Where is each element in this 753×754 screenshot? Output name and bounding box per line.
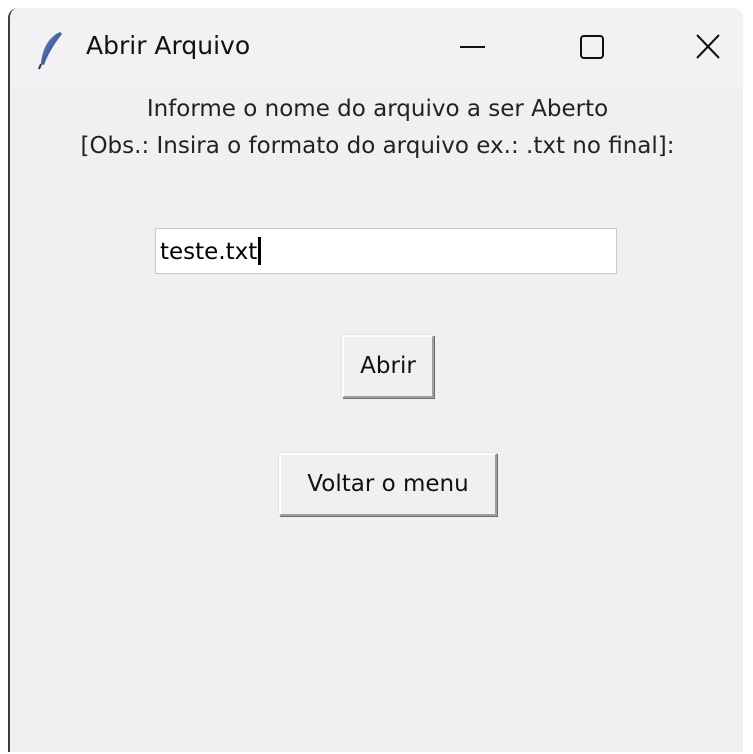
dialog-content: Informe o nome do arquivo a ser Aberto [… [10,88,743,752]
instruction-label: Informe o nome do arquivo a ser Aberto [146,96,609,122]
text-caret [258,237,262,265]
maximize-button[interactable] [562,22,622,72]
window-title: Abrir Arquivo [86,31,251,60]
close-button[interactable] [678,22,738,72]
maximize-icon [580,35,604,59]
open-button[interactable]: Abrir [342,335,434,398]
minimize-icon [460,46,485,48]
back-to-menu-button[interactable]: Voltar o menu [279,453,497,516]
feather-icon [38,32,62,70]
filename-input[interactable]: teste.txt [155,228,617,274]
minimize-button[interactable] [442,22,502,72]
app-window: Abrir Arquivo Informe o nome do arquivo … [8,8,743,752]
filename-input-value: teste.txt [160,237,262,265]
title-bar[interactable]: Abrir Arquivo [10,8,743,88]
close-icon [696,34,720,59]
format-note-label: [Obs.: Insira o formato do arquivo ex.: … [80,133,675,159]
filename-text: teste.txt [160,239,258,265]
